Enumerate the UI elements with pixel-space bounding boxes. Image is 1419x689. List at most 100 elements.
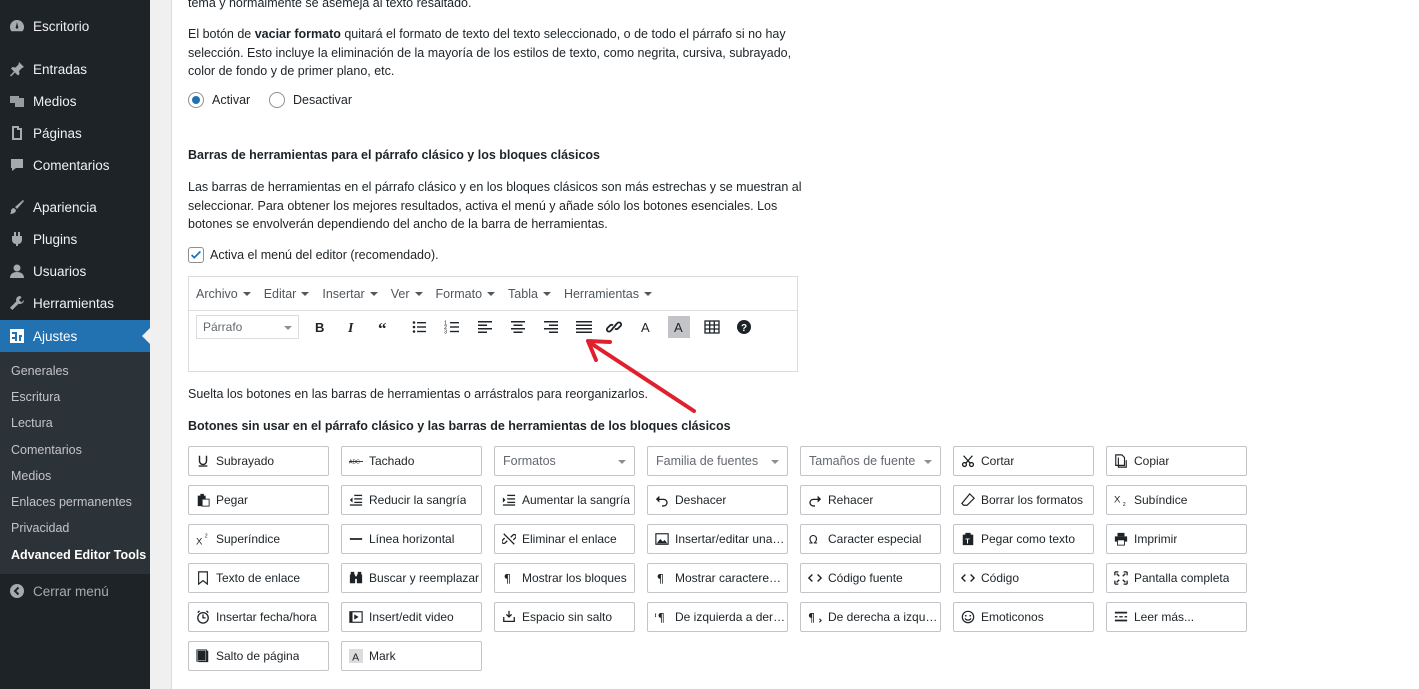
paragraph-icon: ¶ [655, 571, 669, 585]
sidebar-item-comentarios[interactable]: Comentarios [0, 149, 150, 181]
unused-button-deshacer[interactable]: Deshacer [647, 485, 788, 515]
menu-editar[interactable]: Editar [264, 287, 310, 301]
sidebar-item-herramientas[interactable]: Herramientas [0, 287, 150, 319]
submenu-item-comentarios[interactable]: Comentarios [11, 443, 82, 457]
menu-herramientas[interactable]: Herramientas [564, 287, 652, 301]
svg-text:ABC: ABC [349, 460, 360, 466]
unused-button-aumentar-la-sangria[interactable]: Aumentar la sangría [494, 485, 635, 515]
unused-button-caracter-especial[interactable]: Ω Caracter especial [800, 524, 941, 554]
unused-button-buscar-y-reemplazar[interactable]: Buscar y reemplazar [341, 563, 482, 593]
unused-button-codigo[interactable]: Código [953, 563, 1094, 593]
italic-icon[interactable]: I [341, 316, 363, 338]
admin-sidebar: Escritorio Entradas Medios Páginas Comen… [0, 0, 150, 689]
unused-button-pegar-como-texto[interactable]: T Pegar como texto [953, 524, 1094, 554]
align-right-icon[interactable] [540, 316, 562, 338]
sidebar-item-entradas[interactable]: Entradas [0, 53, 150, 85]
submenu-item-advanced-editor-tools[interactable]: Advanced Editor Tools [11, 548, 146, 562]
sidebar-item-usuarios[interactable]: Usuarios [0, 255, 150, 287]
unused-button-insertar-editar-una-i[interactable]: Insertar/editar una i... [647, 524, 788, 554]
unused-button-eliminar-el-enlace[interactable]: Eliminar el enlace [494, 524, 635, 554]
menu-tabla[interactable]: Tabla [508, 287, 551, 301]
unused-button-imprimir[interactable]: Imprimir [1106, 524, 1247, 554]
submenu-item-enlaces-permanentes[interactable]: Enlaces permanentes [11, 495, 132, 509]
help-icon[interactable]: ? [733, 316, 755, 338]
unused-button-de-derecha-a-izquie[interactable]: ¶ De derecha a izquie... [800, 602, 941, 632]
format-select[interactable]: Párrafo [196, 315, 299, 339]
user-icon [9, 263, 25, 279]
unused-button-rehacer[interactable]: Rehacer [800, 485, 941, 515]
unused-button-insert-edit-video[interactable]: Insert/edit video [341, 602, 482, 632]
unused-button-copiar[interactable]: Copiar [1106, 446, 1247, 476]
submenu-item-medios[interactable]: Medios [11, 469, 51, 483]
align-left-icon[interactable] [474, 316, 496, 338]
collapse-menu-button[interactable]: Cerrar menú [0, 575, 150, 607]
checkbox-control[interactable] [188, 247, 204, 263]
table-icon[interactable] [701, 316, 723, 338]
radio-activar[interactable]: Activar [188, 92, 250, 108]
svg-text:X: X [1114, 495, 1121, 506]
unused-button-pegar[interactable]: Pegar [188, 485, 329, 515]
code-icon [808, 571, 822, 585]
unused-button-leer-mas[interactable]: Leer más... [1106, 602, 1247, 632]
menu-archivo[interactable]: Archivo [196, 287, 251, 301]
sidebar-item-label: Ajustes [33, 328, 78, 344]
unused-button-subindice[interactable]: X 2 Subíndice [1106, 485, 1247, 515]
menu-formato[interactable]: Formato [436, 287, 496, 301]
svg-text:2: 2 [1123, 502, 1126, 507]
sidebar-item-apariencia[interactable]: Apariencia [0, 191, 150, 223]
radio-activar-control[interactable] [188, 92, 204, 108]
unused-button-label: Buscar y reemplazar [369, 571, 480, 585]
sidebar-item-escritorio[interactable]: Escritorio [0, 10, 150, 42]
sidebar-item-medios[interactable]: Medios [0, 85, 150, 117]
numbered-list-icon[interactable]: 123 [441, 316, 463, 338]
submenu-item-lectura[interactable]: Lectura [11, 416, 53, 430]
blockquote-icon[interactable]: “ [374, 316, 396, 338]
unused-button-tamanos-de-fuente[interactable]: Tamaños de fuente [800, 446, 941, 476]
sidebar-item-paginas[interactable]: Páginas [0, 117, 150, 149]
svg-text:2: 2 [205, 533, 208, 539]
unused-button-tachado[interactable]: ABC Tachado [341, 446, 482, 476]
unused-button-reducir-la-sangria[interactable]: Reducir la sangría [341, 485, 482, 515]
unused-button-insertar-fecha-hora[interactable]: Insertar fecha/hora [188, 602, 329, 632]
menu-insertar[interactable]: Insertar [322, 287, 377, 301]
outdent-icon [349, 493, 363, 507]
paragraph-icon: ¶ [502, 571, 516, 585]
radio-desactivar-control[interactable] [269, 92, 285, 108]
menu-ver[interactable]: Ver [391, 287, 423, 301]
submenu-item-generales[interactable]: Generales [11, 364, 69, 378]
svg-text:¶: ¶ [808, 610, 815, 624]
bold-icon[interactable]: B [309, 316, 331, 338]
unused-button-label: Borrar los formatos [981, 493, 1084, 507]
image-icon [655, 532, 669, 546]
unused-button-subrayado[interactable]: Subrayado [188, 446, 329, 476]
editor-menu-checkbox[interactable]: Activa el menú del editor (recomendado). [188, 247, 439, 263]
underline-icon [196, 454, 210, 468]
unused-button-linea-horizontal[interactable]: Línea horizontal [341, 524, 482, 554]
unused-button-texto-de-enlace[interactable]: Texto de enlace [188, 563, 329, 593]
unused-button-label: De derecha a izquie... [828, 610, 940, 624]
unused-button-cortar[interactable]: Cortar [953, 446, 1094, 476]
submenu-item-privacidad[interactable]: Privacidad [11, 521, 69, 535]
plugin-icon [9, 231, 25, 247]
unused-button-familia-de-fuentes[interactable]: Familia de fuentes [647, 446, 788, 476]
unused-button-emoticonos[interactable]: Emoticonos [953, 602, 1094, 632]
unused-button-de-izquierda-a-dere[interactable]: ¶ De izquierda a dere... [647, 602, 788, 632]
unused-button-formatos[interactable]: Formatos [494, 446, 635, 476]
unused-button-mostrar-caracteres-i[interactable]: ¶ Mostrar caracteres i... [647, 563, 788, 593]
sidebar-item-plugins[interactable]: Plugins [0, 223, 150, 255]
unused-button-mark[interactable]: A Mark [341, 641, 482, 671]
unused-button-superindice[interactable]: X 2 Superíndice [188, 524, 329, 554]
bullet-list-icon[interactable] [408, 316, 430, 338]
unused-button-pantalla-completa[interactable]: Pantalla completa [1106, 563, 1247, 593]
align-center-icon[interactable] [507, 316, 529, 338]
unused-button-codigo-fuente[interactable]: Código fuente [800, 563, 941, 593]
radio-desactivar[interactable]: Desactivar [269, 92, 352, 108]
unused-button-salto-de-pagina[interactable]: Salto de página [188, 641, 329, 671]
unused-button-espacio-sin-salto[interactable]: Espacio sin salto [494, 602, 635, 632]
unused-button-borrar-los-formatos[interactable]: Borrar los formatos [953, 485, 1094, 515]
sidebar-item-ajustes[interactable]: Ajustes [0, 320, 150, 352]
unused-button-mostrar-los-bloques[interactable]: ¶ Mostrar los bloques [494, 563, 635, 593]
unused-button-label: Eliminar el enlace [522, 532, 617, 546]
submenu-item-escritura[interactable]: Escritura [11, 390, 60, 404]
sidebar-item-label: Apariencia [33, 199, 97, 215]
